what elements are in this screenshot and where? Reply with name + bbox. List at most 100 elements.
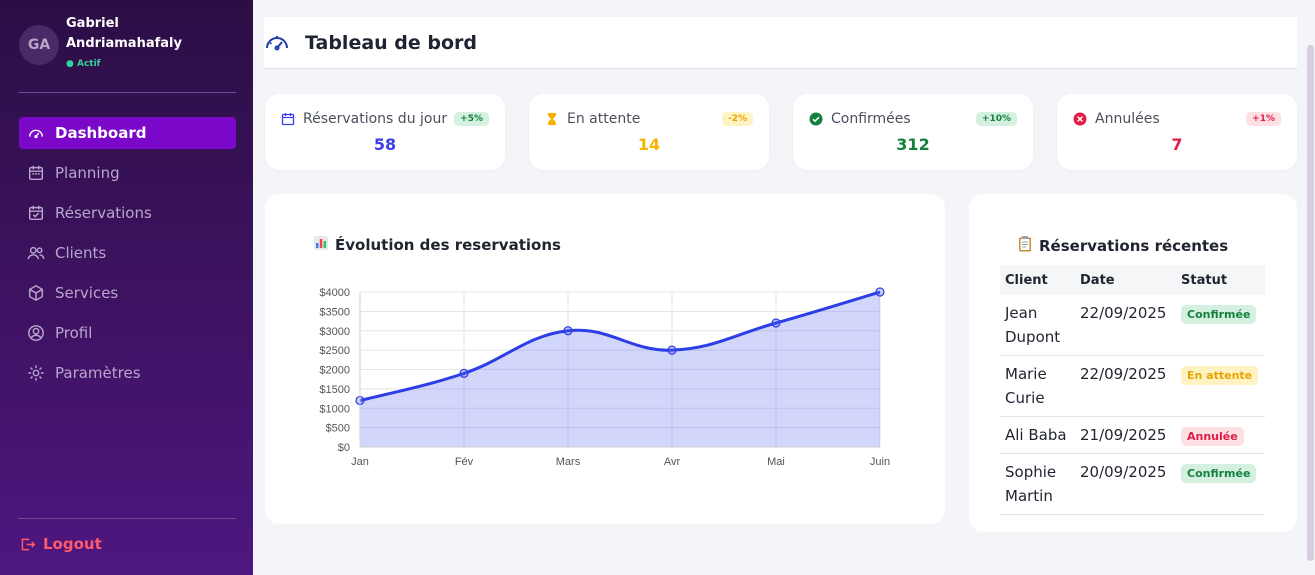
stat-label-text: En attente — [567, 111, 641, 127]
page-title: Tableau de bord — [305, 31, 478, 54]
sidebar-item-reservations[interactable]: Réservations — [19, 197, 236, 229]
hourglass-icon — [548, 113, 556, 125]
stat-badge: +5% — [454, 112, 489, 126]
column-header: Client — [1000, 265, 1075, 295]
logout-button[interactable]: Logout — [19, 535, 102, 553]
user-status: ● Actif — [66, 59, 101, 69]
date-cell: 20/09/2025 — [1075, 453, 1176, 515]
x-tick-label: Mars — [556, 456, 581, 468]
sidebar-item-planning[interactable]: Planning — [19, 157, 236, 189]
date-cell: 22/09/2025 — [1075, 355, 1176, 417]
gear-icon — [27, 364, 45, 382]
y-tick-label: $2000 — [319, 365, 350, 377]
stat-card-en-attente: En attente -2% 14 — [529, 94, 769, 170]
sidebar-divider — [18, 518, 236, 519]
reservations-chart: $0 $500 $1000 $1500 $2000 $2500 $3000 $3500 $400… — [319, 287, 890, 468]
recent-title: Réservations récentes — [1017, 235, 1228, 256]
sidebar-divider — [18, 92, 236, 93]
sidebar-item-services[interactable]: Services — [19, 277, 236, 309]
user-circle-icon — [27, 324, 45, 342]
y-tick-label: $3000 — [319, 326, 350, 338]
clipboard-icon — [1017, 235, 1033, 256]
stat-value: 312 — [896, 135, 930, 154]
status-badge: Annulée — [1181, 427, 1244, 446]
recent-reservations-card: Réservations récentes Client Date Statut… — [969, 194, 1297, 532]
stat-value: 7 — [1171, 135, 1183, 154]
y-tick-label: $4000 — [319, 287, 350, 299]
status-badge: Confirmée — [1181, 305, 1257, 324]
data-point — [771, 318, 781, 328]
status-cell: Annulée — [1176, 416, 1265, 454]
status-badge: Confirmée — [1181, 464, 1257, 483]
recent-reservations-table: Client Date Statut Jean Dupont 22/09/202… — [1000, 265, 1265, 515]
table-row[interactable]: Ali Baba 21/09/2025 Annulée — [1000, 416, 1265, 454]
sidebar-nav: Dashboard Planning Réservations Clients … — [19, 117, 236, 397]
x-circle-icon — [1073, 112, 1087, 126]
x-tick-label: Fév — [455, 456, 474, 468]
chart-card: Évolution des reservations $0 $500 $1000 $1… — [265, 194, 945, 524]
x-tick-label: Mai — [767, 456, 785, 468]
x-tick-label: Avr — [664, 456, 681, 468]
x-tick-label: Jan — [351, 456, 369, 468]
sidebar-item-profil[interactable]: Profil — [19, 317, 236, 349]
table-header-row: Client Date Statut — [1000, 265, 1265, 295]
status-cell: Confirmée — [1176, 453, 1265, 515]
data-point — [875, 287, 885, 297]
date-cell: 22/09/2025 — [1075, 295, 1176, 356]
users-icon — [27, 244, 45, 262]
stat-label: Réservations du jour — [281, 111, 447, 127]
page-header: Tableau de bord — [264, 17, 1297, 69]
stat-value: 58 — [373, 135, 397, 154]
calendar-check-icon — [27, 204, 45, 222]
stat-label: En attente — [545, 111, 640, 127]
page-scrollbar[interactable] — [1307, 45, 1314, 561]
table-row[interactable]: Jean Dupont 22/09/2025 Confirmée — [1000, 295, 1265, 356]
sidebar-item-parametres[interactable]: Paramètres — [19, 357, 236, 389]
client-cell: Marie Curie — [1000, 355, 1075, 417]
status-cell: En attente — [1176, 355, 1265, 417]
sidebar-item-label: Services — [55, 284, 119, 302]
logout-label: Logout — [43, 535, 102, 553]
sidebar-item-label: Planning — [55, 164, 120, 182]
stat-label-text: Confirmées — [831, 111, 911, 127]
data-point — [667, 345, 677, 355]
sidebar-item-label: Profil — [55, 324, 93, 342]
status-cell: Confirmée — [1176, 295, 1265, 356]
x-tick-label: Juin — [870, 456, 890, 468]
y-tick-label: $1000 — [319, 403, 350, 415]
sidebar-item-dashboard[interactable]: Dashboard — [19, 117, 236, 149]
data-point — [459, 368, 469, 378]
avatar: GA — [19, 25, 59, 65]
sidebar-item-clients[interactable]: Clients — [19, 237, 236, 269]
stat-label-text: Réservations du jour — [303, 111, 448, 127]
column-header: Statut — [1176, 265, 1265, 295]
status-badge: En attente — [1181, 366, 1259, 385]
stat-badge: +1% — [1246, 112, 1281, 126]
client-cell: Sophie Martin — [1000, 453, 1075, 515]
box-icon — [27, 284, 45, 302]
sidebar-item-label: Réservations — [55, 204, 152, 222]
dashboard-icon — [27, 124, 45, 142]
stat-badge: -2% — [721, 112, 753, 126]
table-row[interactable]: Sophie Martin 20/09/2025 Confirmée — [1000, 453, 1265, 515]
stat-card-confirmees: Confirmées +10% 312 — [793, 94, 1033, 170]
sidebar: GA Gabriel Andriamahafaly ● Actif Dashbo… — [0, 0, 253, 575]
y-tick-label: $3500 — [319, 306, 350, 318]
sidebar-item-label: Clients — [55, 244, 107, 262]
logout-icon — [21, 538, 36, 550]
y-tick-label: $2500 — [319, 345, 350, 357]
user-name: Gabriel Andriamahafaly — [66, 16, 182, 51]
y-tick-label: $500 — [326, 423, 350, 435]
recent-title-text: Réservations récentes — [1039, 236, 1229, 255]
table-row[interactable]: Marie Curie 22/09/2025 En attente — [1000, 355, 1265, 417]
speedometer-icon — [266, 35, 288, 50]
client-cell: Ali Baba — [1000, 416, 1075, 454]
check-circle-icon — [809, 112, 823, 126]
calendar-icon — [27, 164, 45, 182]
y-tick-label: $0 — [338, 442, 350, 454]
stat-label-text: Annulées — [1095, 111, 1160, 127]
client-cell: Jean Dupont — [1000, 295, 1075, 356]
date-cell: 21/09/2025 — [1075, 416, 1176, 454]
user-profile: GA Gabriel Andriamahafaly ● Actif — [19, 14, 239, 76]
stat-card-annulees: Annulées +1% 7 — [1057, 94, 1297, 170]
